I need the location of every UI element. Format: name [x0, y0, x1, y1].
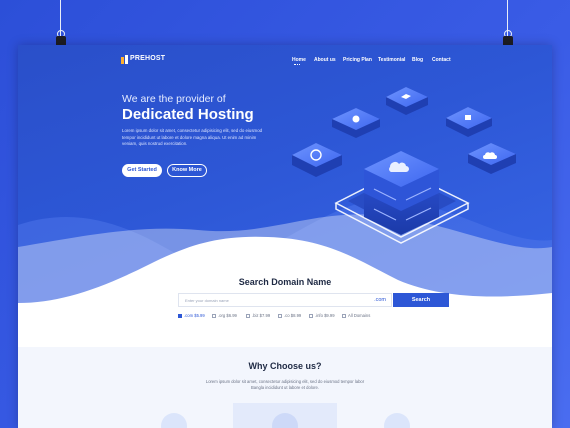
know-more-button[interactable]: Know More [167, 164, 207, 177]
server-stack [364, 151, 439, 235]
checkbox-checked-icon [178, 313, 182, 318]
why-section-description: Lorem ipsum dolor sit amet, consectetur … [205, 379, 365, 390]
tld-option-org[interactable]: .org $6.99 [212, 313, 237, 318]
logo-icon [121, 55, 128, 64]
checkbox-icon [246, 313, 250, 318]
checkbox-icon [342, 313, 346, 318]
why-choose-section: Why Choose us? Lorem ipsum dolor sit ame… [18, 347, 552, 428]
checkbox-icon [212, 313, 216, 318]
search-section-title: Search Domain Name [238, 277, 332, 287]
nav-contact[interactable]: Contact [432, 57, 451, 63]
tile-left [332, 108, 380, 138]
tile-top [386, 87, 428, 115]
tld-option-com[interactable]: .com $5.99 [178, 313, 205, 318]
tld-option-co[interactable]: .co $8.99 [278, 313, 301, 318]
domain-suffix: .com [374, 297, 386, 303]
feature-icon-circle [161, 413, 187, 428]
tld-option-biz[interactable]: .biz $7.99 [246, 313, 270, 318]
checkbox-icon [278, 313, 282, 318]
brand-logo[interactable]: PREHOST [130, 55, 165, 62]
domain-search-placeholder: Enter your domain name [185, 298, 229, 303]
nav-active-indicator [294, 64, 300, 65]
lock-icon [465, 115, 471, 120]
tld-options: .com $5.99 .org $6.99 .biz $7.99 .co $8.… [18, 313, 552, 321]
domain-search-input[interactable]: Enter your domain name .com [178, 293, 392, 307]
search-button[interactable]: Search [393, 293, 449, 307]
tile-wordpress [292, 143, 342, 177]
checkbox-icon [309, 313, 313, 318]
nav-about[interactable]: About us [314, 57, 336, 63]
nav-pricing[interactable]: Pricing Plan [343, 57, 372, 63]
hero-tagline: We are the provider of [122, 93, 226, 105]
nav-home[interactable]: Home [292, 57, 306, 63]
nav-testimonial[interactable]: Testimonial [378, 57, 405, 63]
hosting-illustration [292, 87, 516, 244]
gear-icon [352, 115, 360, 123]
feature-icon-circle [384, 413, 410, 428]
tile-cloud [468, 143, 516, 174]
hero-description: Lorem ipsum dolor sit amet, consectetur … [122, 128, 263, 146]
tld-option-info[interactable]: .info $9.99 [309, 313, 335, 318]
hero-title: Dedicated Hosting [122, 106, 254, 123]
presentation-background: PREHOST Home About us Pricing Plan Testi… [0, 0, 570, 428]
website-mockup: PREHOST Home About us Pricing Plan Testi… [18, 45, 552, 428]
tile-right [446, 107, 492, 137]
get-started-button[interactable]: Get Started [122, 164, 162, 177]
why-section-title: Why Choose us? [248, 361, 322, 371]
nav-blog[interactable]: Blog [412, 57, 423, 63]
tld-option-all[interactable]: All Domains [342, 313, 370, 318]
